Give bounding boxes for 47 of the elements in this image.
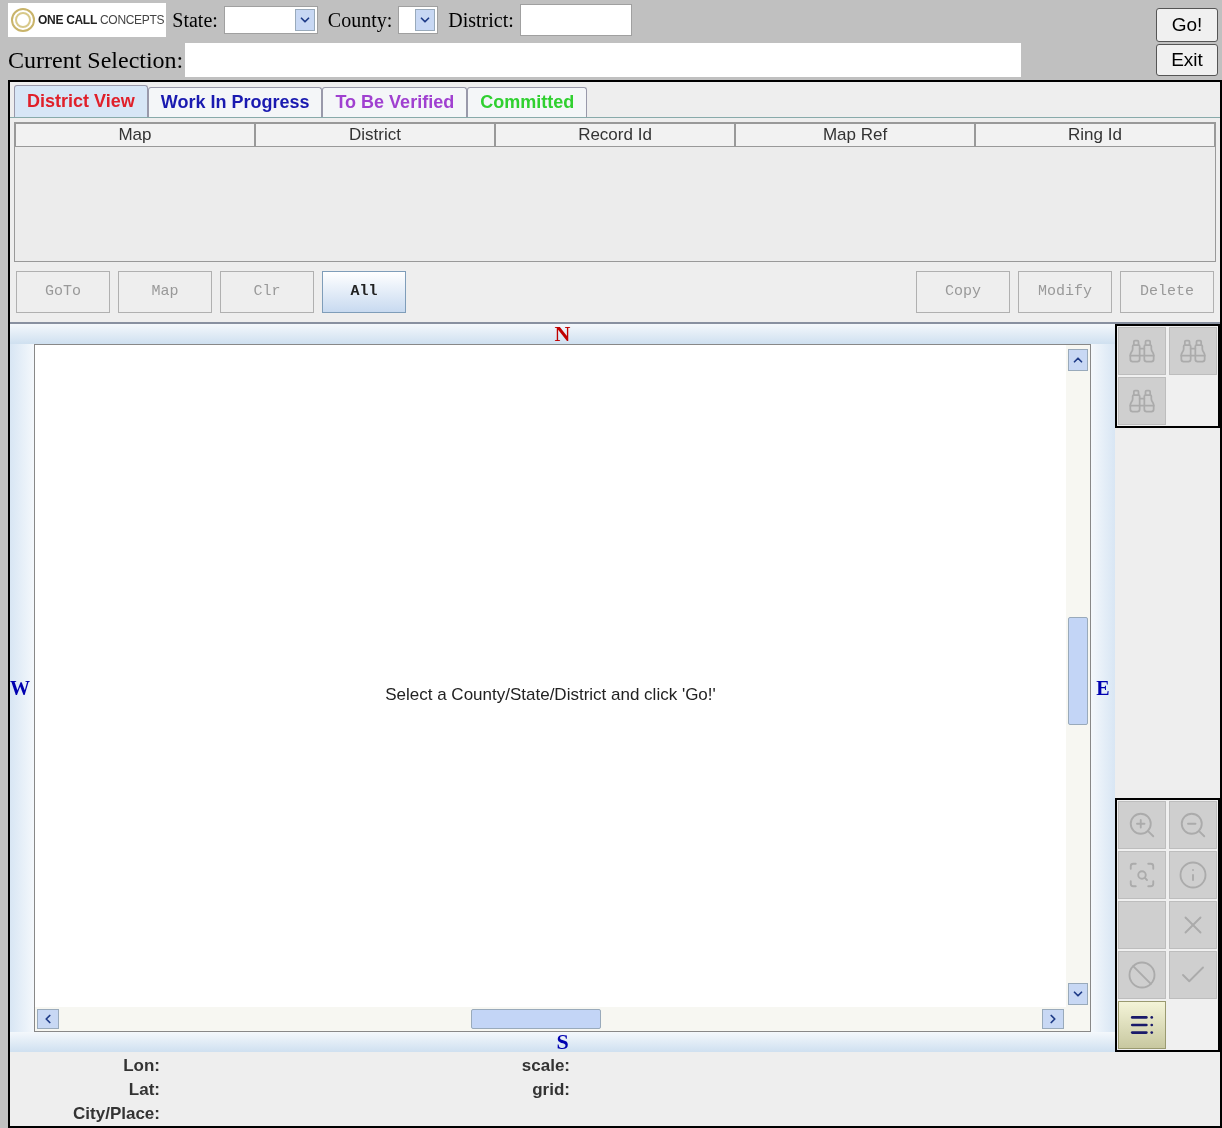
county-dropdown[interactable] (398, 6, 439, 34)
east-label: E (1096, 678, 1110, 698)
logo-text: ONE CALL CONCEPTS (38, 12, 165, 29)
tab[interactable]: To Be Verified (322, 87, 468, 117)
scroll-down-icon (1068, 983, 1088, 1005)
binoculars-icon (1178, 337, 1207, 365)
toolbar-button[interactable]: All (322, 271, 406, 313)
logo-rings-icon (10, 7, 36, 33)
south-label: S (556, 1031, 569, 1053)
tab[interactable]: District View (14, 85, 148, 117)
column-header[interactable]: Record Id (495, 123, 735, 147)
lon-label: Lon: (122, 1055, 160, 1077)
map-tool-button[interactable] (1118, 1001, 1166, 1049)
state-label: State: (172, 8, 218, 33)
exit-button[interactable]: Exit (1156, 44, 1218, 76)
vertical-scrollbar[interactable] (1066, 345, 1090, 1007)
district-label: District: (448, 8, 514, 33)
column-header[interactable]: Map (15, 123, 255, 147)
zoom-in-icon (1127, 810, 1157, 840)
zoom-area-icon (1127, 860, 1157, 890)
column-header[interactable]: District (255, 123, 495, 147)
scroll-thumb[interactable] (1068, 617, 1088, 725)
column-header[interactable]: Map Ref (735, 123, 975, 147)
binoculars-icon (1128, 387, 1156, 415)
lat-label: Lat: (127, 1079, 160, 1101)
city-place-label: City/Place: (72, 1103, 160, 1125)
go-button[interactable]: Go! (1156, 8, 1218, 42)
scroll-left-icon (37, 1009, 59, 1029)
north-label: N (554, 323, 571, 345)
binoculars-icon (1128, 337, 1156, 365)
map-message: Select a County/State/District and click 'Go!' (385, 684, 716, 707)
scroll-up-icon (1068, 349, 1088, 371)
column-header[interactable]: Ring Id (975, 123, 1215, 147)
prohibited-icon (1127, 960, 1157, 990)
district-field[interactable] (519, 4, 632, 36)
map-canvas[interactable]: Select a County/State/District and click 'Go!' (34, 344, 1091, 1032)
horizontal-scrollbar[interactable] (35, 1007, 1090, 1031)
scroll-right-icon (1042, 1009, 1064, 1029)
county-label: County: (327, 8, 393, 34)
info-icon (1177, 860, 1208, 890)
west-label: W (10, 678, 30, 698)
current-selection-label: Current Selection: (8, 46, 184, 75)
grid-label: grid: (532, 1079, 570, 1101)
state-dropdown[interactable] (223, 6, 318, 34)
scale-label: scale: (521, 1055, 570, 1077)
tab[interactable]: Work In Progress (147, 87, 323, 117)
scroll-thumb[interactable] (471, 1009, 601, 1029)
